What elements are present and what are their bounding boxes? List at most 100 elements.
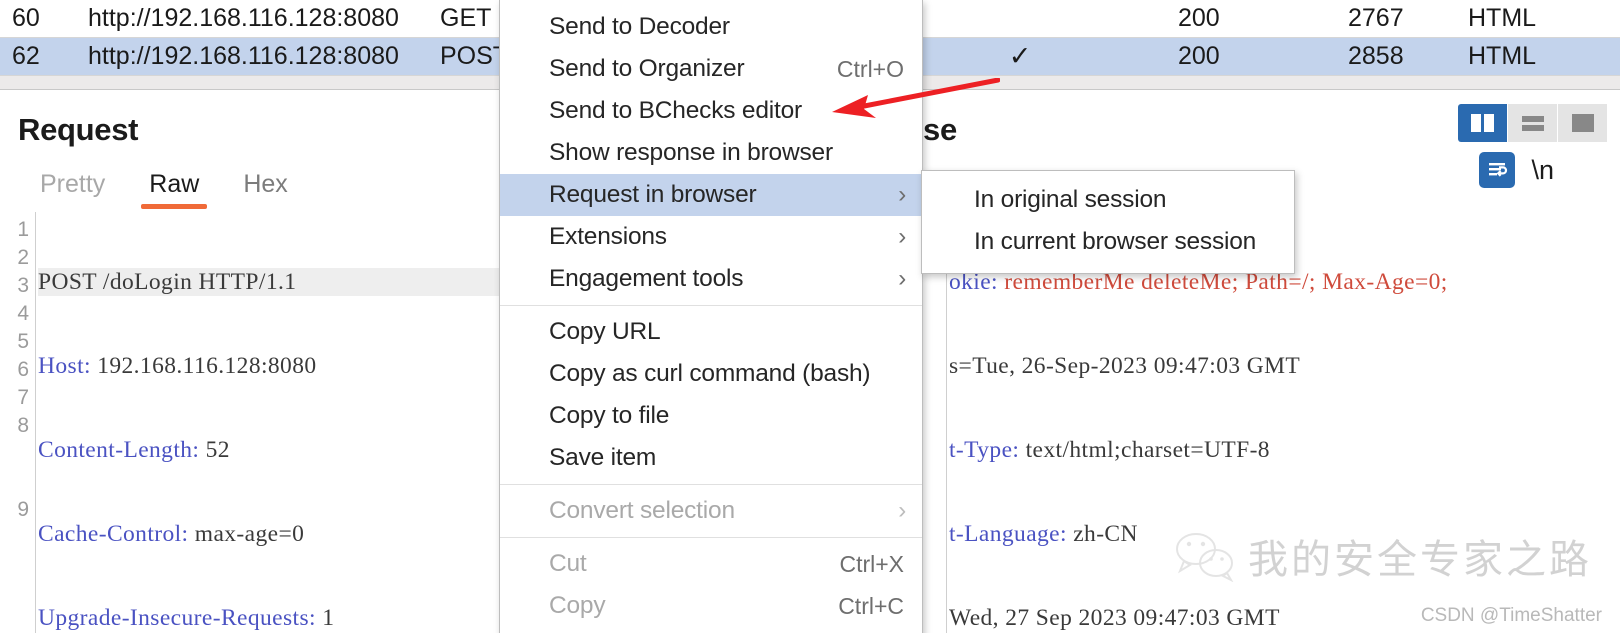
menu-item-label: Copy [549, 592, 606, 619]
watermark-credit: CSDN @TimeShatter [1420, 605, 1602, 626]
code-text: s=Tue, 26-Sep-2023 09:47:03 GMT [949, 353, 1301, 379]
single-view-button[interactable] [1558, 104, 1608, 142]
menu-item-shortcut: Ctrl+C [838, 592, 904, 619]
code-text: POST /doLogin HTTP/1.1 [38, 269, 297, 295]
menu-item-save-item[interactable]: Save item [500, 437, 922, 479]
line-number: 6 [17, 358, 29, 381]
response-editor[interactable]: okie: rememberMe deleteMe; Path=/; Max-A… [911, 212, 1620, 633]
cell-edited: ✓ [1008, 41, 1032, 71]
menu-item-copy-url[interactable]: Copy URL [500, 311, 922, 353]
code-text: 52 [199, 437, 230, 463]
menu-item-send-to-decoder[interactable]: Send to Decoder [500, 6, 922, 48]
cell-id: 60 [12, 4, 40, 32]
chevron-right-icon: › [898, 181, 906, 208]
context-menu[interactable]: Send to Decoder Send to Organizer Ctrl+O… [499, 0, 923, 633]
cell-status: 200 [1178, 42, 1220, 70]
submenu-item-in-current-browser-session[interactable]: In current browser session [922, 221, 1294, 263]
code-line: t-Type: text/html;charset=UTF-8 [949, 436, 1620, 464]
menu-item-label: Request in browser [549, 181, 757, 208]
menu-item-label: Copy as curl command (bash) [549, 360, 871, 387]
menu-item-request-in-browser[interactable]: Request in browser › [500, 174, 922, 216]
menu-item-extensions[interactable]: Extensions › [500, 216, 922, 258]
split-horizontal-icon [1521, 116, 1544, 131]
code-text: 1 [315, 605, 335, 631]
line-number: 8 [17, 414, 29, 437]
code-line: s=Tue, 26-Sep-2023 09:47:03 GMT [949, 352, 1620, 380]
line-number: 4 [17, 302, 29, 325]
code-header: Content-Length: [38, 437, 200, 463]
menu-separator [500, 305, 922, 306]
split-vertical-icon [1470, 114, 1494, 132]
word-wrap-icon [1489, 163, 1508, 177]
cell-host: http://192.168.116.128:8080 [88, 42, 399, 70]
chevron-right-icon: › [898, 497, 906, 524]
cell-length: 2767 [1348, 4, 1404, 32]
cell-length: 2858 [1348, 42, 1404, 70]
menu-item-label: Cut [549, 550, 587, 577]
split-vertical-view-button[interactable] [1458, 104, 1508, 142]
menu-item-label: Copy URL [549, 318, 661, 345]
single-view-icon [1571, 114, 1594, 132]
menu-item-show-response-in-browser[interactable]: Show response in browser [500, 132, 922, 174]
menu-item-label: In original session [974, 186, 1167, 213]
menu-separator [500, 537, 922, 538]
menu-item-label: Send to Organizer [549, 55, 745, 82]
newline-indicator: \n [1531, 154, 1554, 185]
code-header: Host: [38, 353, 91, 379]
tab-pretty[interactable]: Pretty [18, 170, 127, 209]
menu-item-label: Copy to file [549, 402, 670, 429]
menu-item-copy: Copy Ctrl+C [500, 585, 922, 627]
code-header: t-Language: [949, 521, 1067, 547]
tab-raw[interactable]: Raw [127, 170, 221, 209]
word-wrap-button[interactable] [1479, 152, 1516, 188]
tab-hex[interactable]: Hex [221, 170, 309, 209]
menu-item-clipped [500, 627, 922, 633]
menu-item-label: In current browser session [974, 228, 1257, 255]
line-number: 2 [17, 246, 29, 269]
menu-item-label: Extensions [549, 223, 667, 250]
cell-id: 62 [12, 42, 40, 70]
page-title: Request [18, 112, 139, 147]
page-title: se [923, 112, 957, 147]
line-number: 7 [17, 386, 29, 409]
chevron-right-icon: › [898, 223, 906, 250]
menu-item-label: Convert selection [549, 497, 735, 524]
code-text: zh-CN [1066, 521, 1138, 547]
menu-item-send-to-bchecks-editor[interactable]: Send to BChecks editor [500, 90, 922, 132]
view-layout-toggle-group[interactable] [1458, 104, 1608, 142]
menu-item-label: Save item [549, 444, 657, 471]
menu-item-engagement-tools[interactable]: Engagement tools › [500, 258, 922, 300]
burp-suite-window: 60 http://192.168.116.128:8080 GET 200 2… [0, 0, 1620, 633]
line-number: 3 [17, 274, 29, 297]
menu-item-convert-selection: Convert selection › [500, 490, 922, 532]
line-number: 5 [17, 330, 29, 353]
response-body-text: okie: rememberMe deleteMe; Path=/; Max-A… [949, 212, 1620, 633]
code-text: max-age=0 [188, 521, 305, 547]
request-in-browser-submenu[interactable]: In original session In current browser s… [921, 170, 1295, 274]
menu-item-copy-as-curl-command[interactable]: Copy as curl command (bash) [500, 353, 922, 395]
menu-item-label: Engagement tools [549, 265, 744, 292]
submenu-item-in-original-session[interactable]: In original session [922, 179, 1294, 221]
line-number-gutter: 1 2 3 4 5 6 7 8 9 [0, 212, 36, 633]
code-header: Cache-Control: [38, 521, 189, 547]
code-text: Wed, 27 Sep 2023 09:47:03 GMT [949, 605, 1280, 631]
request-tabs: Pretty Raw Hex [18, 170, 310, 209]
line-number: 9 [17, 498, 29, 521]
menu-item-copy-to-file[interactable]: Copy to file [500, 395, 922, 437]
menu-item-shortcut: Ctrl+X [839, 550, 904, 577]
menu-separator [500, 484, 922, 485]
line-number: 1 [17, 218, 29, 241]
cell-status: 200 [1178, 4, 1220, 32]
menu-item-cut: Cut Ctrl+X [500, 543, 922, 585]
menu-item-label: Send to Decoder [549, 13, 730, 40]
split-horizontal-view-button[interactable] [1508, 104, 1558, 142]
cell-mime: HTML [1468, 4, 1537, 32]
menu-item-shortcut: Ctrl+O [836, 55, 904, 82]
code-header: t-Type: [949, 437, 1020, 463]
code-header: Upgrade-Insecure-Requests: [38, 605, 316, 631]
menu-item-send-to-organizer[interactable]: Send to Organizer Ctrl+O [500, 48, 922, 90]
code-text: text/html;charset=UTF-8 [1019, 437, 1270, 463]
editor-actions: \n [1479, 152, 1554, 188]
code-line: t-Language: zh-CN [949, 520, 1620, 548]
cell-host: http://192.168.116.128:8080 [88, 4, 399, 32]
